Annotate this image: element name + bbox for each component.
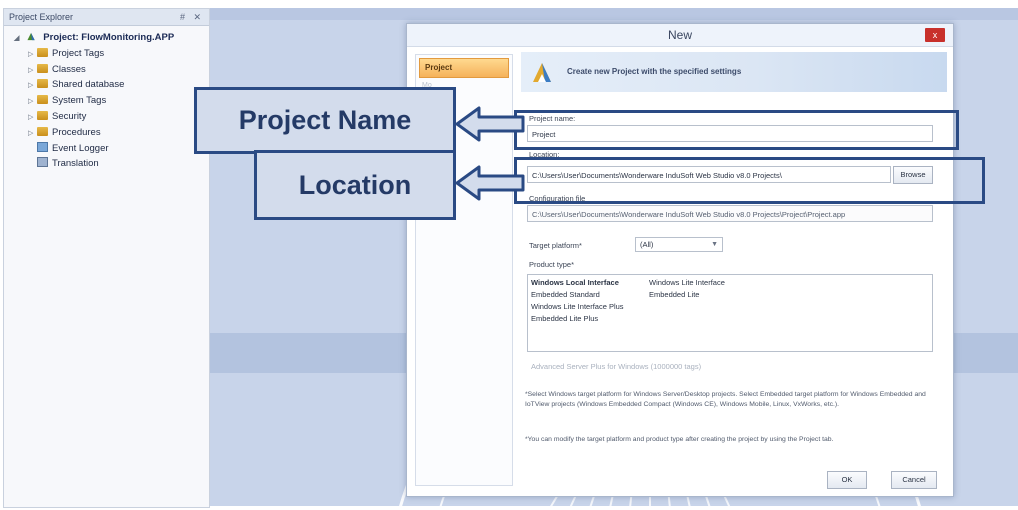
expand-arrow-icon[interactable]: ▷ — [28, 110, 37, 126]
location-highlight — [514, 157, 985, 204]
tree-item-label: Procedures — [52, 126, 101, 138]
product-type-list[interactable]: Windows Local Interface Embedded Standar… — [527, 274, 933, 352]
project-explorer-panel: Project Explorer # ✕ ◢ Project: FlowMoni… — [3, 8, 210, 508]
project-name-highlight — [514, 110, 959, 150]
chevron-down-icon[interactable]: ▼ — [711, 238, 718, 251]
tree-item-label: Project Tags — [52, 47, 105, 59]
expand-arrow-icon[interactable]: ▷ — [28, 47, 37, 63]
nav-item-project[interactable]: Project — [419, 58, 509, 78]
configuration-file-input[interactable]: C:\Users\User\Documents\Wonderware InduS… — [527, 205, 933, 222]
expand-arrow-icon[interactable]: ▷ — [28, 126, 37, 142]
product-option[interactable]: Embedded Standard — [531, 290, 600, 299]
close-button[interactable]: x — [925, 28, 945, 42]
advanced-server-option[interactable]: Advanced Server Plus for Windows (100000… — [531, 362, 701, 371]
banner-text: Create new Project with the specified se… — [567, 67, 742, 76]
tree-root-label: Project: FlowMonitoring.APP — [43, 32, 175, 43]
product-option[interactable]: Embedded Lite Plus — [531, 314, 598, 323]
dialog-title: New — [407, 24, 953, 47]
tree-item-label: Classes — [52, 63, 86, 75]
folder-icon — [37, 47, 48, 57]
tree-item-system-tags[interactable]: ▷ System Tags — [4, 93, 209, 109]
workspace-band — [210, 8, 1018, 20]
project-name-callout: Project Name — [194, 87, 456, 154]
ok-button[interactable]: OK — [827, 471, 867, 489]
expand-arrow-icon[interactable]: ▷ — [28, 94, 37, 110]
expand-arrow-icon[interactable]: ▷ — [28, 78, 37, 94]
tree-item-event-logger[interactable]: Event Logger — [4, 141, 209, 157]
platform-note: *Select Windows target platform for Wind… — [525, 391, 926, 408]
app-logo-icon — [533, 63, 551, 82]
event-logger-icon — [37, 141, 48, 152]
folder-icon — [37, 126, 48, 136]
tree-item-procedures[interactable]: ▷ Procedures — [4, 125, 209, 141]
new-project-dialog: New x Project Mo Create new Project with… — [406, 23, 954, 497]
dialog-banner: Create new Project with the specified se… — [521, 52, 947, 92]
location-arrow-icon — [455, 165, 525, 201]
folder-icon — [37, 95, 48, 105]
tree-item-label: Event Logger — [52, 142, 109, 154]
panel-controls[interactable]: # ✕ — [180, 9, 204, 25]
folder-icon — [37, 79, 48, 89]
product-option[interactable]: Windows Local Interface — [531, 278, 619, 287]
folder-icon — [37, 110, 48, 120]
tree-item-classes[interactable]: ▷ Classes — [4, 62, 209, 78]
product-option[interactable]: Windows Lite Interface Plus — [531, 302, 624, 311]
tree-item-label: Security — [52, 110, 87, 122]
cancel-button[interactable]: Cancel — [891, 471, 937, 489]
project-logo-icon — [27, 32, 35, 41]
project-tree: ◢ Project: FlowMonitoring.APP ▷ Project T… — [4, 30, 209, 172]
tree-root-project[interactable]: ◢ Project: FlowMonitoring.APP — [4, 30, 209, 46]
product-option[interactable]: Embedded Lite — [649, 290, 699, 299]
tree-item-label: System Tags — [52, 95, 107, 107]
modify-note: *You can modify the target platform and … — [525, 436, 834, 443]
tree-item-label: Shared database — [52, 79, 125, 91]
product-type-label: Product type* — [529, 260, 575, 269]
tree-item-shared-database[interactable]: ▷ Shared database — [4, 77, 209, 93]
target-platform-label: Target platform* — [529, 241, 582, 250]
tree-item-project-tags[interactable]: ▷ Project Tags — [4, 46, 209, 62]
project-explorer-header: Project Explorer # ✕ — [4, 9, 209, 26]
screenshot-frame: Project Explorer # ✕ ◢ Project: FlowMoni… — [0, 0, 1018, 510]
expand-arrow-icon[interactable]: ◢ — [14, 31, 23, 47]
project-name-arrow-icon — [455, 106, 525, 142]
project-explorer-title: Project Explorer — [9, 12, 74, 22]
location-callout: Location — [254, 150, 456, 220]
tree-item-translation[interactable]: Translation — [4, 156, 209, 172]
tree-item-label: Translation — [52, 158, 99, 170]
tree-item-security[interactable]: ▷ Security — [4, 109, 209, 125]
expand-arrow-icon[interactable]: ▷ — [28, 63, 37, 79]
translation-icon — [37, 157, 48, 168]
target-platform-value: (All) — [640, 240, 654, 249]
folder-icon — [37, 63, 48, 73]
product-option[interactable]: Windows Lite Interface — [649, 278, 725, 287]
target-platform-select[interactable]: (All) ▼ — [635, 237, 723, 252]
